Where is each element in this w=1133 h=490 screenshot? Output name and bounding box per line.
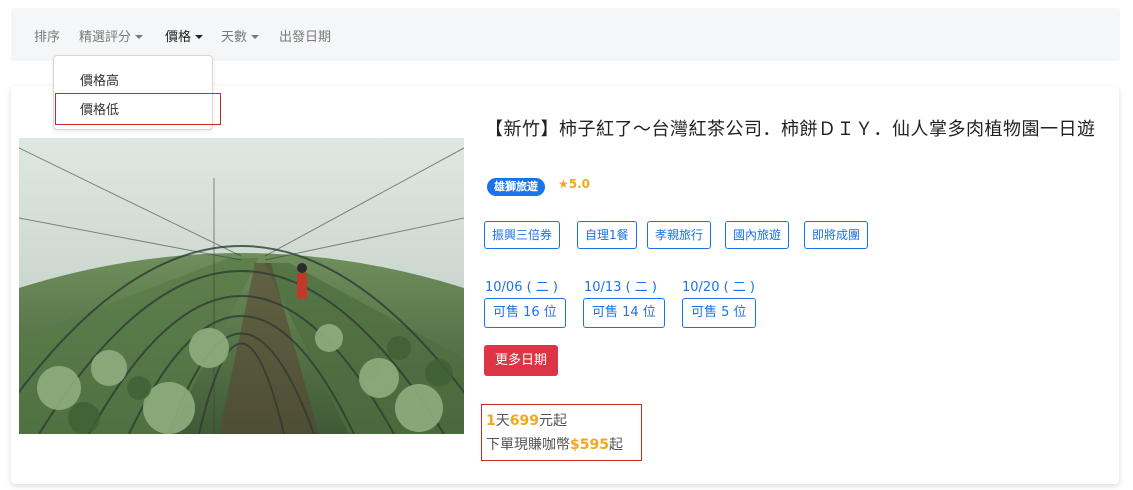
chevron-down-icon: [135, 35, 144, 39]
chevron-down-icon: [251, 35, 260, 39]
price-filter-label: 價格: [165, 30, 192, 45]
price-line: 1天699元起: [486, 410, 567, 430]
star-icon: ★: [558, 177, 569, 191]
tag-meal[interactable]: 自理1餐: [577, 221, 637, 249]
coin-prefix: 下單現賺咖幣: [486, 437, 570, 453]
tag-domestic[interactable]: 國內旅遊: [725, 221, 790, 249]
more-dates-button[interactable]: 更多日期: [484, 345, 558, 376]
tag-forming-group[interactable]: 即將成團: [804, 221, 869, 249]
price-amount-suffix: 元起: [538, 413, 567, 429]
tag-family-trip[interactable]: 孝親旅行: [647, 221, 712, 249]
tag-voucher[interactable]: 振興三倍券: [484, 221, 561, 249]
sort-label: 排序: [34, 30, 61, 45]
rating-value: 5.0: [568, 177, 591, 191]
rating-filter-label: 精選評分: [79, 30, 132, 45]
seats-button[interactable]: 可售 5 位: [682, 298, 756, 328]
rating: ★5.0: [558, 177, 590, 191]
coin-amount: $595: [570, 437, 609, 453]
price-filter[interactable]: 價格: [165, 26, 204, 45]
coin-suffix: 起: [608, 437, 623, 453]
price-amount: 699: [509, 413, 539, 429]
seats-button[interactable]: 可售 14 位: [583, 298, 665, 328]
departure-filter[interactable]: 出發日期: [279, 26, 331, 45]
price-days-unit: 天: [495, 413, 510, 429]
menu-item-price-high[interactable]: 價格高: [80, 70, 119, 89]
price-days: 1: [486, 413, 496, 429]
rating-filter[interactable]: 精選評分: [79, 26, 144, 45]
departure-date: 10/20 ( 二 ): [682, 280, 756, 295]
coin-line: 下單現賺咖幣$595起: [486, 434, 623, 454]
departure-date: 10/13 ( 二 ): [584, 280, 658, 295]
product-title[interactable]: 【新竹】柿子紅了～台灣紅茶公司．柿餅ＤＩＹ．仙人掌多肉植物園一日遊: [485, 118, 1110, 142]
seats-button[interactable]: 可售 16 位: [484, 298, 566, 328]
brand-badge: 雄獅旅遊: [487, 178, 545, 196]
departure-date: 10/06 ( 二 ): [485, 280, 559, 295]
days-filter-label: 天數: [221, 30, 248, 45]
annotation-highlight-price-low: [55, 93, 221, 125]
chevron-down-icon: [195, 35, 204, 39]
price-box: 1天699元起 下單現賺咖幣$595起: [481, 404, 642, 461]
days-filter[interactable]: 天數: [221, 26, 260, 45]
product-photo[interactable]: [19, 138, 464, 434]
